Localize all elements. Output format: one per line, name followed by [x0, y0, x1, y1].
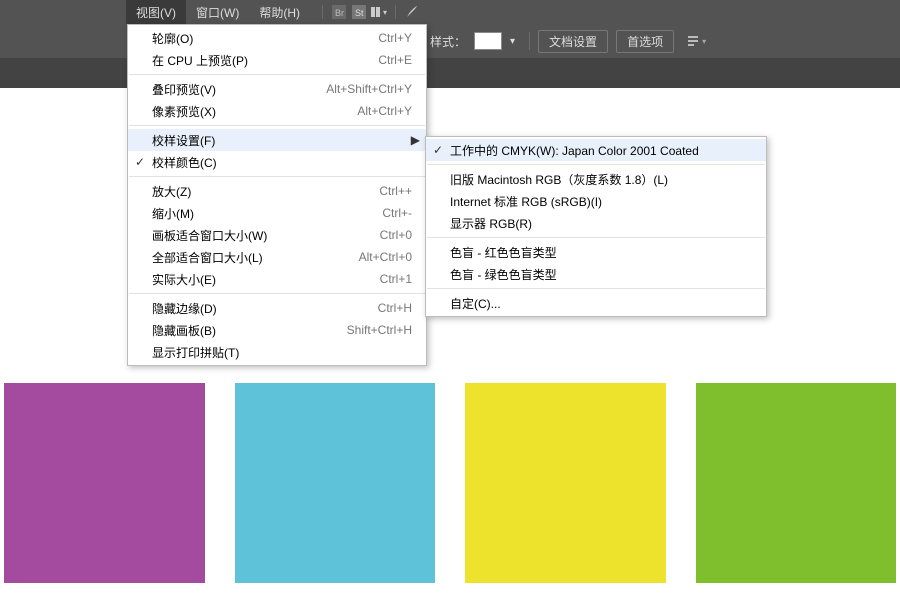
br-icon[interactable]: Br [331, 4, 347, 20]
menu-separator [129, 74, 425, 75]
menu-item-label: 校样颜色(C) [152, 154, 418, 171]
menubar: 视图(V) 窗口(W) 帮助(H) Br St ▾ [0, 0, 900, 24]
swatch-green [696, 383, 897, 583]
menu-item-label: 在 CPU 上预览(P) [152, 52, 378, 69]
submenu-arrow-icon: ▶ [411, 133, 420, 147]
menu-separator [129, 293, 425, 294]
doc-setup-button[interactable]: 文档设置 [538, 30, 608, 53]
menu-item[interactable]: 实际大小(E)Ctrl+1 [128, 268, 426, 290]
menu-item-shortcut: Ctrl+- [382, 206, 418, 220]
menu-item-shortcut: Shift+Ctrl+H [347, 323, 418, 337]
menu-item-shortcut: Ctrl++ [379, 184, 418, 198]
submenu-item-label: 色盲 - 绿色色盲类型 [450, 266, 758, 283]
svg-text:Br: Br [335, 8, 344, 18]
st-icon[interactable]: St [351, 4, 367, 20]
submenu-item[interactable]: 显示器 RGB(R) [426, 212, 766, 234]
menu-item[interactable]: 隐藏边缘(D)Ctrl+H [128, 297, 426, 319]
submenu-item[interactable]: 色盲 - 绿色色盲类型 [426, 263, 766, 285]
menu-item[interactable]: 像素预览(X)Alt+Ctrl+Y [128, 100, 426, 122]
check-icon: ✓ [128, 155, 152, 169]
menu-item-label: 画板适合窗口大小(W) [152, 227, 380, 244]
menu-separator [427, 288, 765, 289]
check-icon: ✓ [426, 143, 450, 157]
menu-item[interactable]: 缩小(M)Ctrl+- [128, 202, 426, 224]
submenu-item-label: Internet 标准 RGB (sRGB)(I) [450, 193, 758, 210]
menu-item[interactable]: 显示打印拼贴(T) [128, 341, 426, 363]
menu-item[interactable]: 隐藏画板(B)Shift+Ctrl+H [128, 319, 426, 341]
submenu-item[interactable]: 色盲 - 红色色盲类型 [426, 241, 766, 263]
menu-item[interactable]: 画板适合窗口大小(W)Ctrl+0 [128, 224, 426, 246]
toolbar-separator [529, 32, 530, 50]
menu-separator [427, 164, 765, 165]
chevron-down-icon[interactable]: ▾ [510, 36, 521, 47]
rocket-icon[interactable] [404, 4, 420, 20]
arrange-icon[interactable]: ▾ [371, 4, 387, 20]
swatch-yellow [465, 383, 666, 583]
submenu-item-label: 显示器 RGB(R) [450, 215, 758, 232]
menu-item[interactable]: 在 CPU 上预览(P)Ctrl+E [128, 49, 426, 71]
menu-item[interactable]: 放大(Z)Ctrl++ [128, 180, 426, 202]
style-label: 样式： [430, 33, 466, 50]
style-swatch[interactable] [474, 32, 502, 50]
prefs-button[interactable]: 首选项 [616, 30, 674, 53]
view-menu-dropdown: 轮廓(O)Ctrl+Y在 CPU 上预览(P)Ctrl+E叠印预览(V)Alt+… [127, 24, 427, 366]
menu-item-label: 放大(Z) [152, 183, 379, 200]
menu-item-shortcut: Ctrl+E [378, 53, 418, 67]
menu-item-label: 全部适合窗口大小(L) [152, 249, 359, 266]
menu-item-shortcut: Alt+Ctrl+0 [359, 250, 418, 264]
menu-help[interactable]: 帮助(H) [249, 0, 310, 24]
menu-item-shortcut: Ctrl+Y [378, 31, 418, 45]
align-panel-icon[interactable]: ▾ [686, 34, 706, 48]
menu-separator [129, 176, 425, 177]
color-swatches [0, 383, 900, 583]
menu-item-shortcut: Alt+Ctrl+Y [357, 104, 418, 118]
menu-view[interactable]: 视图(V) [126, 0, 186, 24]
submenu-item-label: 色盲 - 红色色盲类型 [450, 244, 758, 261]
menu-item-label: 像素预览(X) [152, 103, 357, 120]
menu-item[interactable]: 轮廓(O)Ctrl+Y [128, 27, 426, 49]
menu-item-label: 实际大小(E) [152, 271, 380, 288]
menu-item-label: 显示打印拼贴(T) [152, 344, 418, 361]
proof-setup-submenu: ✓工作中的 CMYK(W): Japan Color 2001 Coated 旧版… [425, 136, 767, 317]
menu-item-shortcut: Ctrl+H [378, 301, 418, 315]
menu-item-shortcut: Ctrl+0 [380, 228, 418, 242]
menu-item-shortcut: Ctrl+1 [380, 272, 418, 286]
submenu-item-label: 自定(C)... [450, 295, 758, 312]
menu-item-label: 轮廓(O) [152, 30, 378, 47]
menu-item-label: 缩小(M) [152, 205, 382, 222]
menu-item[interactable]: 叠印预览(V)Alt+Shift+Ctrl+Y [128, 78, 426, 100]
menu-item-label: 隐藏画板(B) [152, 322, 347, 339]
submenu-item[interactable]: Internet 标准 RGB (sRGB)(I) [426, 190, 766, 212]
menu-item-shortcut: Alt+Shift+Ctrl+Y [326, 82, 418, 96]
menu-item[interactable]: 校样设置(F)▶ [128, 129, 426, 151]
submenu-item[interactable]: 自定(C)... [426, 292, 766, 314]
submenu-item[interactable]: 旧版 Macintosh RGB（灰度系数 1.8）(L) [426, 168, 766, 190]
menu-window[interactable]: 窗口(W) [186, 0, 249, 24]
menu-separator [427, 237, 765, 238]
submenu-item-label: 旧版 Macintosh RGB（灰度系数 1.8）(L) [450, 171, 758, 188]
menu-item[interactable]: 全部适合窗口大小(L)Alt+Ctrl+0 [128, 246, 426, 268]
submenu-item[interactable]: ✓工作中的 CMYK(W): Japan Color 2001 Coated [426, 139, 766, 161]
menu-item[interactable]: ✓校样颜色(C) [128, 151, 426, 173]
menu-item-label: 隐藏边缘(D) [152, 300, 378, 317]
swatch-cyan [235, 383, 436, 583]
swatch-purple [4, 383, 205, 583]
menu-separator [129, 125, 425, 126]
menubar-separator [395, 5, 396, 19]
menu-item-label: 校样设置(F) [152, 132, 418, 149]
svg-text:St: St [355, 8, 364, 18]
submenu-item-label: 工作中的 CMYK(W): Japan Color 2001 Coated [450, 142, 758, 159]
menu-item-label: 叠印预览(V) [152, 81, 326, 98]
menubar-separator [322, 5, 323, 19]
